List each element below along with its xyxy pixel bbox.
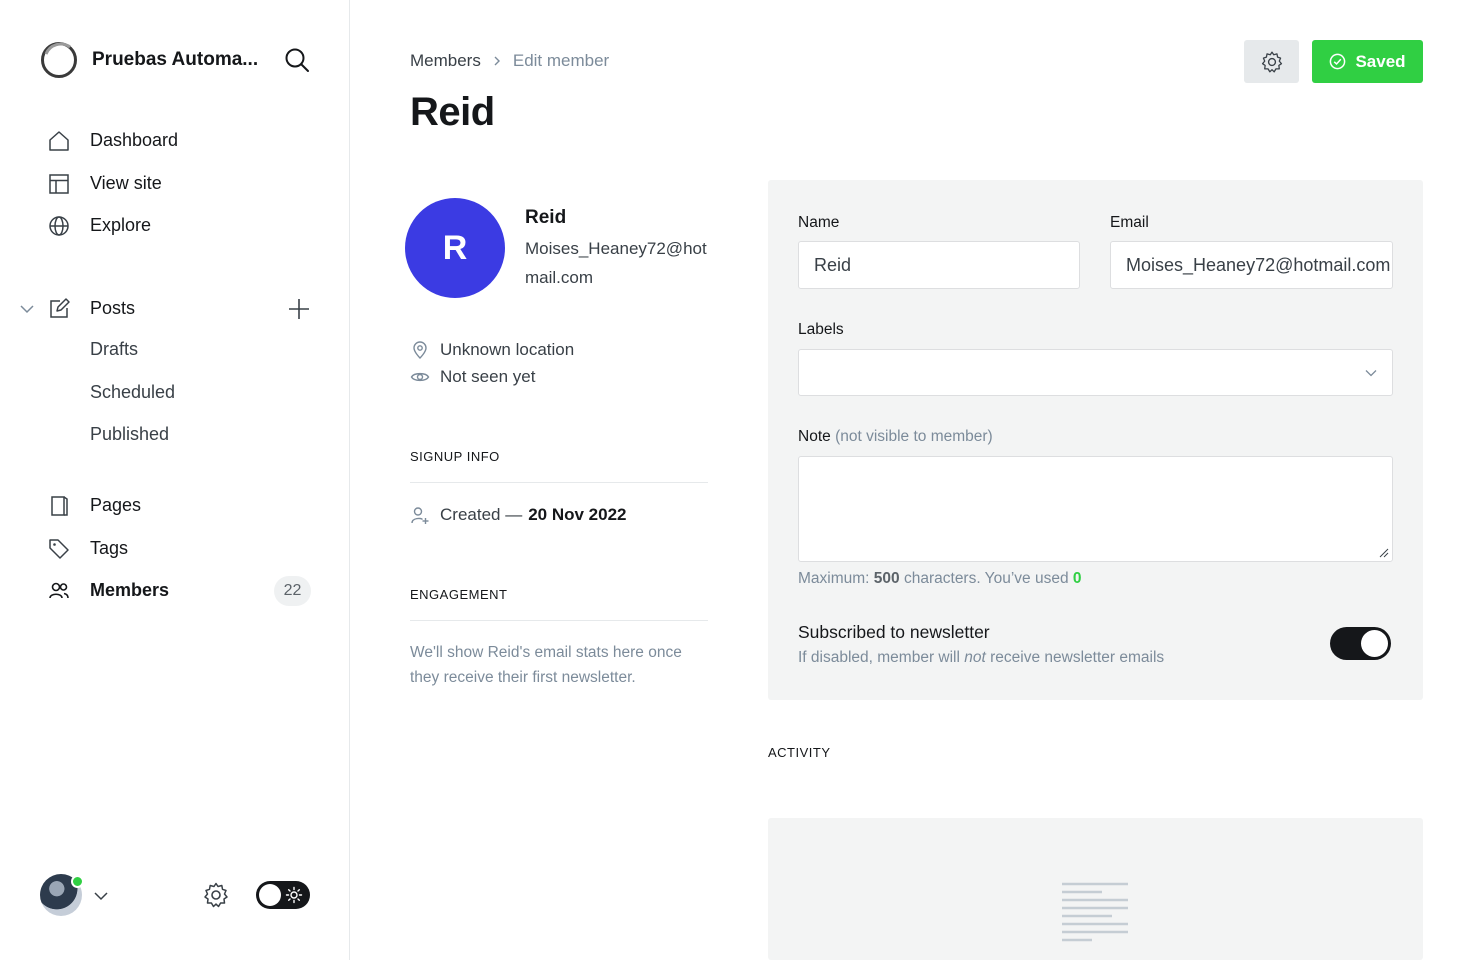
signup-info-heading: SIGNUP INFO [410, 449, 500, 464]
newsletter-sub-a: If disabled, member will [798, 649, 960, 666]
newsletter-title: Subscribed to newsletter [798, 622, 990, 642]
nav-tags-label: Tags [90, 538, 129, 558]
member-email: Moises_Heaney72@hotmail.com [525, 239, 707, 287]
labels-select[interactable] [798, 349, 1393, 396]
note-label: Note (not visible to member) [798, 428, 993, 446]
sidebar: Pruebas Automa... Dashboard View site Ex… [0, 0, 350, 960]
site-logo-icon [41, 42, 77, 78]
note-textarea[interactable] [798, 456, 1393, 562]
page-icon [51, 496, 68, 516]
layout-icon [49, 174, 69, 194]
nav-pages-label: Pages [90, 495, 142, 515]
empty-list-icon [1062, 882, 1128, 942]
note-char-counter: Maximum: 500 characters. You’ve used 0 [798, 570, 1082, 588]
breadcrumb-members-link[interactable]: Members [410, 51, 481, 71]
site-title: Pruebas Automa... [92, 49, 259, 70]
nav-view-site-label: View site [90, 173, 162, 193]
chevron-down-icon[interactable] [92, 887, 110, 905]
location-pin-icon [413, 341, 427, 359]
breadcrumb-current: Edit member [512, 51, 610, 70]
nav-view-site[interactable]: View site [47, 172, 162, 196]
member-avatar: R [405, 198, 505, 298]
char-hint-mid: characters. You’ve used [903, 570, 1069, 587]
nav-members[interactable]: Members [47, 579, 169, 603]
brand[interactable]: Pruebas Automa... [40, 41, 258, 79]
created-date: 20 Nov 2022 [528, 505, 627, 524]
newsletter-sub-em: not [964, 649, 986, 666]
nav-published[interactable]: Published [90, 424, 169, 445]
member-location-text: Unknown location [440, 340, 575, 359]
engagement-heading: ENGAGEMENT [410, 587, 508, 602]
globe-icon [49, 216, 69, 236]
sun-icon [285, 886, 303, 904]
created-prefix: Created — [440, 505, 523, 524]
divider [410, 620, 708, 621]
search-icon[interactable] [283, 46, 311, 74]
nav-dashboard[interactable]: Dashboard [47, 129, 178, 153]
members-icon [49, 582, 69, 599]
page-title: Reid [410, 90, 495, 134]
member-location: Unknown location [410, 340, 574, 360]
char-hint-used: 0 [1072, 570, 1082, 587]
nav-pages[interactable]: Pages [47, 494, 141, 518]
online-status-dot [71, 875, 84, 888]
nav-scheduled[interactable]: Scheduled [90, 382, 175, 403]
nav-members-label: Members [90, 580, 170, 600]
nav-explore-label: Explore [90, 215, 152, 235]
name-label: Name [798, 214, 840, 231]
email-label: Email [1110, 214, 1149, 231]
newsletter-sub-b: receive newsletter emails [990, 649, 1165, 666]
char-hint-max: 500 [873, 570, 900, 587]
gear-icon [1261, 51, 1282, 72]
nav-drafts[interactable]: Drafts [90, 339, 138, 360]
eye-icon [410, 372, 430, 382]
chevron-down-icon [1365, 370, 1377, 377]
divider [410, 482, 708, 483]
resize-handle-icon[interactable] [1379, 548, 1389, 558]
created-info: Created — 20 Nov 2022 [410, 505, 627, 525]
nav-posts-label: Posts [90, 298, 136, 318]
char-hint-prefix: Maximum: [798, 570, 870, 587]
breadcrumb: Members Edit member [410, 51, 609, 71]
plus-icon[interactable] [286, 296, 312, 322]
email-field[interactable]: Moises_Heaney72@hotmail.com [1110, 241, 1393, 289]
chevron-down-icon[interactable] [19, 301, 35, 317]
members-count-badge: 22 [274, 576, 311, 606]
newsletter-toggle-knob [1361, 630, 1388, 657]
member-name: Reid [525, 207, 567, 228]
tag-icon [49, 539, 69, 559]
note-label-hint: (not visible to member) [835, 428, 993, 445]
member-settings-button[interactable] [1244, 40, 1299, 83]
engagement-text: We'll show Reid's email stats here once … [410, 644, 682, 686]
nav-dashboard-label: Dashboard [90, 130, 179, 150]
user-add-icon [411, 507, 429, 524]
saved-button[interactable]: Saved [1312, 40, 1423, 83]
member-last-seen-text: Not seen yet [440, 367, 536, 386]
saved-button-label: Saved [1355, 51, 1406, 71]
labels-label: Labels [798, 321, 844, 338]
member-last-seen: Not seen yet [410, 367, 535, 387]
activity-heading: ACTIVITY [768, 745, 831, 760]
check-circle-icon [1330, 53, 1346, 70]
name-field[interactable]: Reid [798, 241, 1080, 289]
newsletter-subtitle: If disabled, member will not receive new… [798, 649, 1164, 667]
home-icon [49, 131, 69, 151]
edit-icon [50, 298, 70, 318]
note-label-text: Note [798, 428, 831, 445]
chevron-right-icon [494, 56, 500, 66]
gear-icon[interactable] [202, 881, 230, 909]
nav-tags[interactable]: Tags [47, 537, 128, 561]
nav-explore[interactable]: Explore [47, 214, 151, 238]
nav-posts[interactable]: Posts [47, 297, 135, 321]
theme-toggle-knob [259, 884, 281, 906]
